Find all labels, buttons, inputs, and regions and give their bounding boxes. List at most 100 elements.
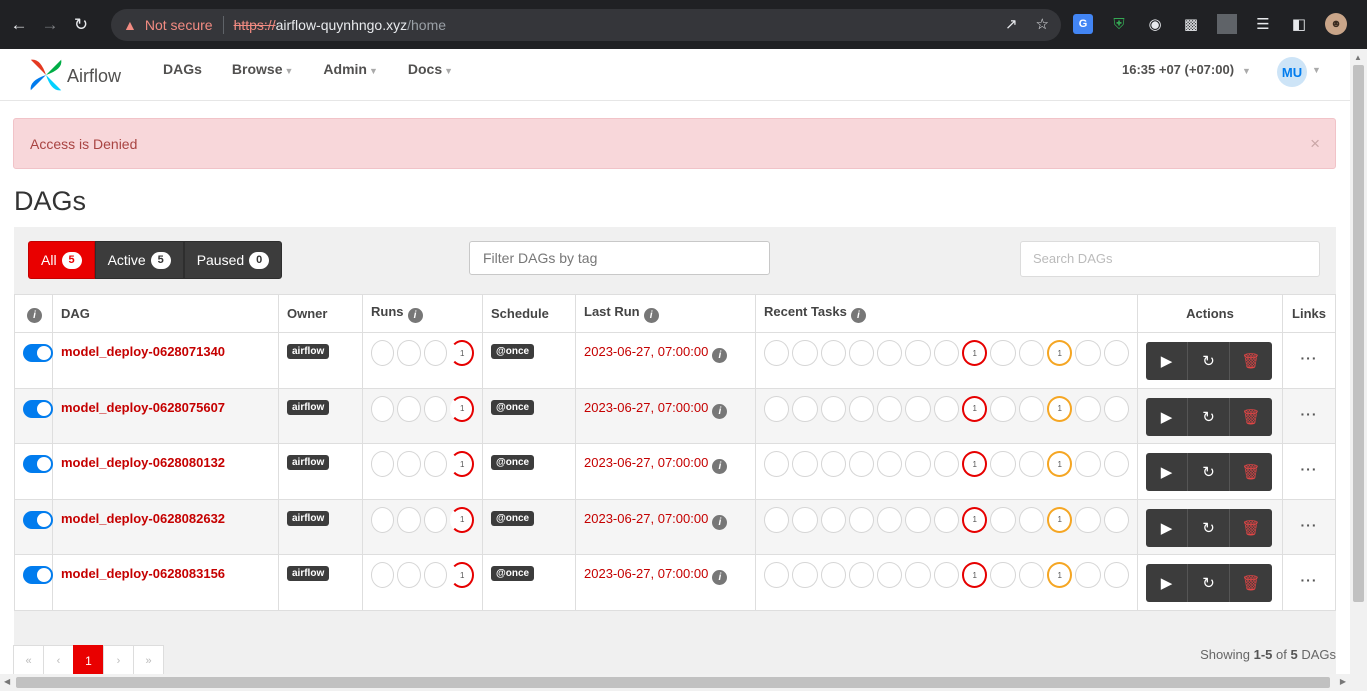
scroll-up-icon[interactable]: ▲ [1354, 53, 1362, 62]
task-status-circle[interactable] [1018, 562, 1045, 588]
task-status-circle[interactable] [792, 395, 818, 422]
run-status-circle[interactable] [423, 506, 448, 533]
dag-link[interactable]: model_deploy-0628075607 [61, 400, 270, 415]
task-status-circle[interactable] [764, 506, 790, 533]
task-status-circle[interactable] [877, 395, 903, 422]
more-links-icon[interactable]: ··· [1291, 461, 1327, 477]
info-icon[interactable]: i [712, 570, 728, 585]
task-status-circle[interactable] [990, 395, 1016, 422]
pause-toggle[interactable] [23, 399, 53, 418]
task-status-circle[interactable]: 1 [1047, 451, 1073, 477]
task-status-circle[interactable] [905, 562, 931, 588]
task-status-circle[interactable] [1075, 340, 1101, 366]
task-status-circle[interactable] [792, 506, 818, 533]
task-status-circle[interactable]: 1 [1047, 562, 1073, 588]
prev-page-button[interactable]: ‹ [43, 645, 74, 677]
task-status-circle[interactable] [933, 562, 960, 588]
menu-browse[interactable]: Browse ▼ [232, 61, 294, 77]
menu-docs[interactable]: Docs ▼ [408, 61, 453, 77]
delete-dag-button[interactable]: 🗑 [1230, 342, 1272, 380]
task-status-circle[interactable] [990, 562, 1016, 588]
run-status-circle[interactable] [423, 562, 448, 588]
delete-dag-button[interactable]: 🗑 [1230, 453, 1272, 491]
refresh-dag-button[interactable]: ↻ [1188, 508, 1230, 547]
schedule-badge[interactable]: @once [491, 566, 535, 581]
task-status-circle[interactable] [990, 451, 1016, 477]
task-status-circle[interactable] [1075, 506, 1101, 533]
run-status-circle[interactable] [371, 340, 395, 366]
header-last-run[interactable]: Last Run i [575, 294, 756, 333]
task-status-circle[interactable] [933, 506, 960, 533]
task-status-circle[interactable] [1103, 451, 1129, 477]
owner-badge[interactable]: airflow [287, 566, 330, 581]
scroll-left-icon[interactable]: ◀ [4, 677, 10, 686]
dag-link[interactable]: model_deploy-0628082632 [61, 511, 270, 526]
back-icon[interactable]: ← [7, 13, 31, 37]
task-status-circle[interactable] [905, 395, 931, 422]
task-status-circle[interactable]: 1 [1047, 395, 1073, 422]
first-page-button[interactable]: « [13, 645, 44, 677]
task-status-circle[interactable] [848, 506, 875, 533]
dag-link[interactable]: model_deploy-0628080132 [61, 455, 270, 470]
header-dag[interactable]: DAG [52, 294, 279, 333]
task-status-circle[interactable] [1018, 395, 1045, 422]
side-panel-icon[interactable]: ◧ [1289, 14, 1309, 34]
brand-name[interactable]: Airflow [67, 66, 121, 87]
task-status-circle[interactable]: 1 [1047, 340, 1073, 366]
shield-extension-icon[interactable]: ⛨ [1109, 14, 1129, 34]
run-status-circle[interactable] [423, 340, 448, 366]
run-status-circle[interactable] [371, 506, 395, 533]
task-status-circle[interactable] [1103, 562, 1129, 588]
trigger-dag-button[interactable]: ▶ [1146, 397, 1188, 436]
info-icon[interactable]: i [850, 308, 866, 323]
refresh-dag-button[interactable]: ↻ [1188, 342, 1230, 380]
task-status-circle[interactable] [877, 451, 903, 477]
run-status-circle[interactable]: 1 [450, 395, 475, 422]
pause-toggle[interactable] [23, 344, 53, 362]
share-icon[interactable]: ↗ [1005, 15, 1018, 33]
pause-toggle[interactable] [23, 510, 53, 529]
task-status-circle[interactable] [933, 451, 960, 477]
schedule-badge[interactable]: @once [491, 399, 535, 415]
task-status-circle[interactable] [792, 340, 818, 366]
translate-extension-icon[interactable]: G [1073, 14, 1093, 34]
task-status-circle[interactable]: 1 [962, 395, 988, 422]
vertical-scroll-thumb[interactable] [1353, 65, 1364, 602]
forward-icon[interactable]: → [38, 13, 62, 37]
task-status-circle[interactable] [1018, 340, 1045, 366]
next-page-button[interactable]: › [103, 645, 134, 677]
task-status-circle[interactable] [1075, 562, 1101, 588]
horizontal-scrollbar[interactable]: ◀ ▶ [0, 674, 1350, 691]
task-status-circle[interactable] [905, 340, 931, 366]
run-status-circle[interactable] [371, 562, 395, 588]
menu-admin[interactable]: Admin ▼ [323, 61, 377, 77]
caret-down-icon[interactable]: ▼ [1312, 65, 1321, 75]
run-status-circle[interactable]: 1 [450, 562, 475, 588]
filter-paused-button[interactable]: Paused 0 [183, 241, 283, 279]
task-status-circle[interactable] [820, 506, 846, 533]
scroll-right-icon[interactable]: ▶ [1340, 677, 1346, 686]
task-status-circle[interactable] [764, 562, 790, 588]
last-run-link[interactable]: 2023-06-27, 07:00:00 i [584, 511, 747, 530]
media-queue-icon[interactable]: ☰ [1253, 14, 1273, 34]
task-status-circle[interactable]: 1 [1047, 506, 1073, 533]
last-run-link[interactable]: 2023-06-27, 07:00:00 i [584, 566, 747, 585]
task-status-circle[interactable]: 1 [962, 451, 988, 477]
task-status-circle[interactable] [848, 395, 875, 422]
run-status-circle[interactable] [397, 451, 421, 477]
run-status-circle[interactable]: 1 [450, 340, 475, 366]
run-status-circle[interactable] [423, 451, 448, 477]
schedule-badge[interactable]: @once [491, 510, 535, 526]
filter-all-button[interactable]: All 5 [28, 241, 95, 279]
task-status-circle[interactable] [1103, 340, 1129, 366]
task-status-circle[interactable] [1075, 451, 1101, 477]
task-status-circle[interactable]: 1 [962, 562, 988, 588]
more-links-icon[interactable]: ··· [1291, 572, 1327, 588]
task-status-circle[interactable] [933, 340, 960, 366]
address-bar[interactable]: ▲ Not secure https:// airflow-quynhngo.x… [111, 9, 1061, 41]
task-status-circle[interactable] [905, 506, 931, 533]
task-status-circle[interactable] [1103, 506, 1129, 533]
horizontal-scroll-thumb[interactable] [16, 677, 1330, 688]
task-status-circle[interactable] [877, 340, 903, 366]
run-status-circle[interactable] [397, 562, 421, 588]
